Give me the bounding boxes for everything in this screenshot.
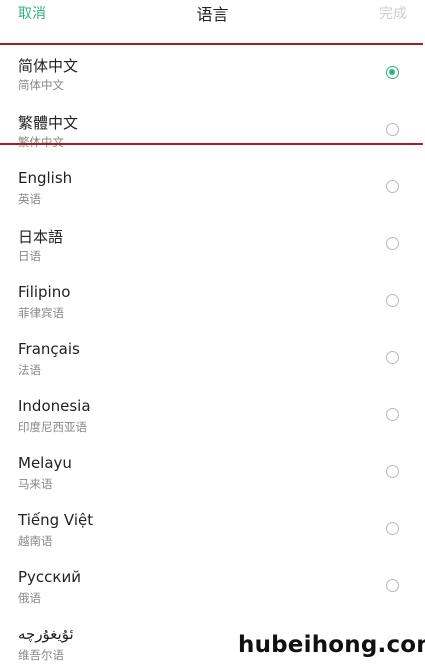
nav-header: 取消 语言 完成 <box>0 0 425 26</box>
language-item[interactable]: Русский 俄语 <box>0 557 425 614</box>
radio-unchecked-icon[interactable] <box>386 351 399 364</box>
language-name: Русский <box>18 568 81 586</box>
language-translation: 印度尼西亚语 <box>18 420 87 434</box>
language-translation: 英语 <box>18 192 41 206</box>
language-item[interactable]: 简体中文 简体中文 <box>0 44 425 101</box>
language-list: 简体中文 简体中文 繁體中文 繁体中文 English 英语 日本語 日语 Filipino 菲律… <box>0 44 425 671</box>
done-button[interactable]: 完成 <box>379 3 407 23</box>
language-item[interactable]: Indonesia 印度尼西亚语 <box>0 386 425 443</box>
watermark: hubeihong.com <box>236 632 425 658</box>
language-name: 繁體中文 <box>18 114 79 132</box>
radio-unchecked-icon[interactable] <box>386 294 399 307</box>
language-name: Melayu <box>18 454 72 472</box>
language-name: Indonesia <box>18 397 91 415</box>
radio-unchecked-icon[interactable] <box>386 522 399 535</box>
language-item[interactable]: Filipino 菲律宾语 <box>0 272 425 329</box>
radio-unchecked-icon[interactable] <box>386 123 399 136</box>
language-translation: 马来语 <box>18 477 53 491</box>
language-item[interactable]: English 英语 <box>0 158 425 215</box>
language-name: 简体中文 <box>18 57 79 75</box>
language-item[interactable]: Tiếng Việt 越南语 <box>0 500 425 557</box>
language-translation: 繁体中文 <box>18 135 64 149</box>
radio-unchecked-icon[interactable] <box>386 180 399 193</box>
language-item[interactable]: 日本語 日语 <box>0 215 425 272</box>
radio-checked-icon[interactable] <box>386 66 399 79</box>
language-translation: 越南语 <box>18 534 53 548</box>
language-item[interactable]: Melayu 马来语 <box>0 443 425 500</box>
language-translation: 菲律宾语 <box>18 306 64 320</box>
language-translation: 法语 <box>18 363 41 377</box>
language-item[interactable]: 繁體中文 繁体中文 <box>0 101 425 158</box>
language-name: 日本語 <box>18 228 64 246</box>
language-name: Français <box>18 340 80 358</box>
language-translation: 维吾尔语 <box>18 648 64 662</box>
page-title: 语言 <box>196 5 229 24</box>
language-name: English <box>18 169 73 187</box>
language-name: ئۇيغۇرچە <box>18 625 74 643</box>
radio-unchecked-icon[interactable] <box>386 408 399 421</box>
language-translation: 日语 <box>18 249 41 263</box>
language-name: Tiếng Việt <box>18 511 94 529</box>
language-item[interactable]: Français 法语 <box>0 329 425 386</box>
radio-unchecked-icon[interactable] <box>386 465 399 478</box>
language-name: Filipino <box>18 283 71 301</box>
radio-unchecked-icon[interactable] <box>386 579 399 592</box>
radio-unchecked-icon[interactable] <box>386 237 399 250</box>
language-translation: 简体中文 <box>18 78 64 92</box>
language-translation: 俄语 <box>18 591 41 605</box>
